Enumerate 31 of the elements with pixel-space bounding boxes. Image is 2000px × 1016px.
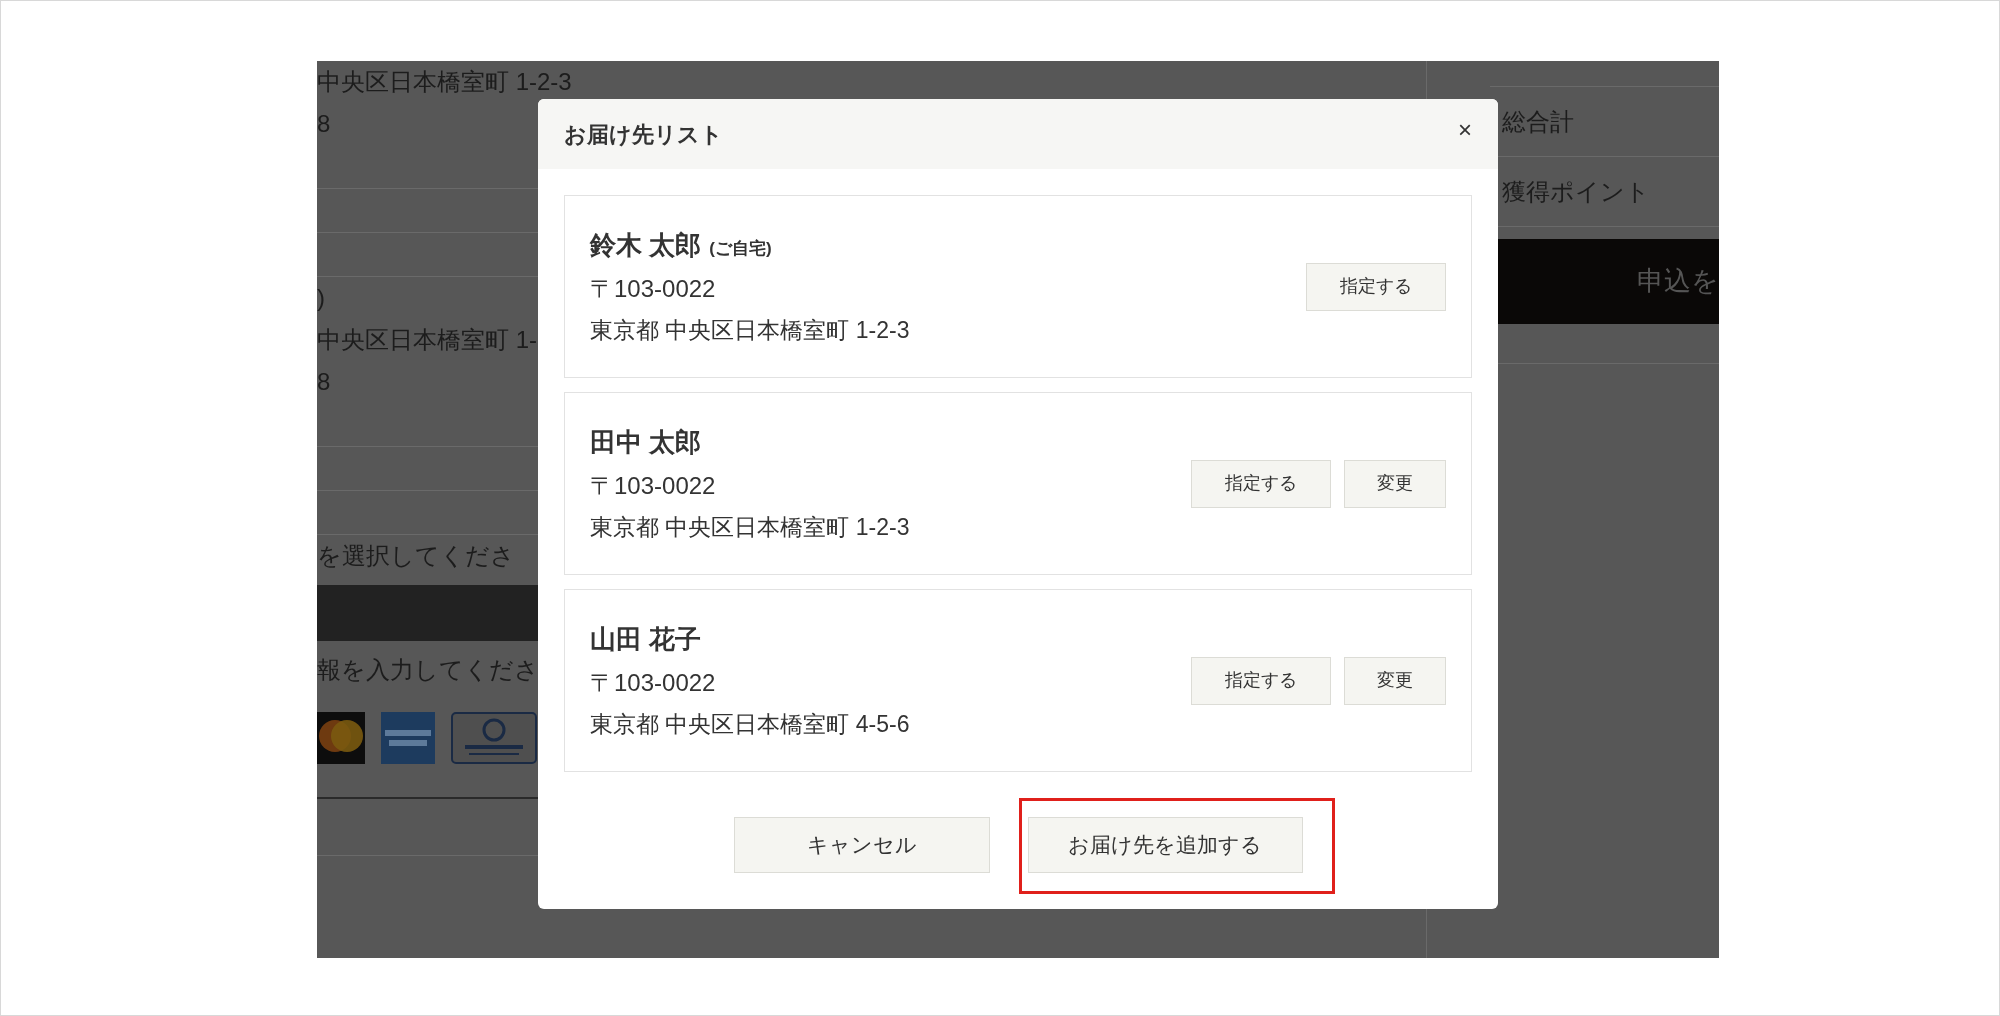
recipient-name: 鈴木 太郎 [590, 228, 702, 262]
close-button[interactable]: × [1458, 118, 1472, 142]
recipient-name: 田中 太郎 [590, 425, 702, 459]
background-text: 中央区日本橋室町 1- [317, 325, 537, 355]
select-address-button[interactable]: 指定する [1191, 656, 1331, 705]
background-text: 8 [317, 109, 331, 139]
street-address: 東京都 中央区日本橋室町 1-2-3 [590, 315, 910, 345]
summary-label: 獲得ポイント [1502, 176, 1650, 207]
recipient-name: 山田 花子 [590, 622, 702, 656]
background-text: 8 [317, 367, 331, 397]
select-address-button[interactable]: 指定する [1191, 459, 1331, 508]
postal-code: 〒103-0022 [590, 273, 717, 304]
dialog-title: お届け先リスト [564, 120, 723, 149]
card-logo-icon [451, 712, 537, 764]
summary-label: 総合計 [1502, 106, 1574, 137]
background-text: 報を入力してくださ [317, 655, 539, 685]
street-address: 東京都 中央区日本橋室町 4-5-6 [590, 709, 910, 739]
select-address-button[interactable]: 指定する [1306, 262, 1446, 311]
card-logo-icon [381, 712, 435, 764]
address-note: (ご自宅) [709, 237, 772, 260]
background-text: 中央区日本橋室町 1-2-3 [317, 67, 572, 97]
cancel-button[interactable]: キャンセル [733, 817, 990, 873]
background-text: を選択してくださ [317, 541, 515, 571]
postal-code: 〒103-0022 [590, 470, 717, 501]
postal-code: 〒103-0022 [590, 667, 717, 698]
edit-address-button[interactable]: 変更 [1344, 459, 1446, 508]
edit-address-button[interactable]: 変更 [1344, 656, 1446, 705]
card-logo-icon [317, 712, 365, 764]
background-text: ) [317, 283, 325, 313]
add-address-button[interactable]: お届け先を追加する [1027, 817, 1303, 873]
street-address: 東京都 中央区日本橋室町 1-2-3 [590, 512, 910, 542]
